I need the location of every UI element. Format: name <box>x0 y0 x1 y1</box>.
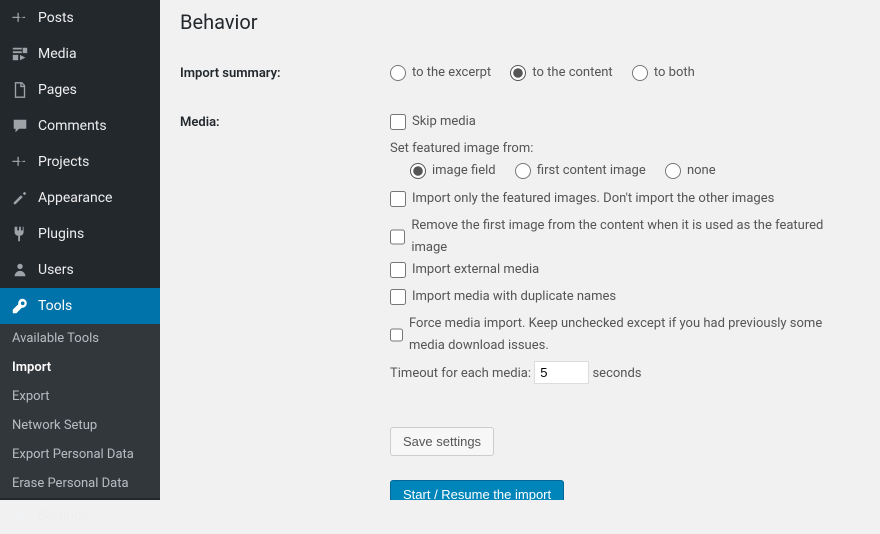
featured-image-options: image field first content image none <box>390 160 860 187</box>
import-summary-options: to the excerpt to the content to both <box>390 62 860 89</box>
submenu-network-setup[interactable]: Network Setup <box>0 411 160 440</box>
radio-none[interactable]: none <box>665 160 716 182</box>
radio-input[interactable] <box>665 163 681 179</box>
plugin-icon <box>10 224 30 244</box>
media-icon <box>10 44 30 64</box>
sidebar-item-plugins[interactable]: Plugins <box>0 216 160 252</box>
featured-image-label: Set featured image from: <box>390 138 860 160</box>
sidebar-item-label: Comments <box>38 118 107 134</box>
row-buttons: Save settings Start / Resume the import <box>180 407 860 500</box>
sidebar-item-label: Media <box>38 46 77 62</box>
sidebar-item-pages[interactable]: Pages <box>0 72 160 108</box>
tools-submenu: Available Tools Import Export Network Se… <box>0 324 160 498</box>
timeout-label: Timeout for each media: <box>390 366 531 381</box>
sidebar-item-posts[interactable]: Posts <box>0 0 160 36</box>
user-icon <box>10 260 30 280</box>
radio-input[interactable] <box>515 163 531 179</box>
sidebar-item-label: Users <box>38 262 74 278</box>
sidebar-item-comments[interactable]: Comments <box>0 108 160 144</box>
sidebar-item-media[interactable]: Media <box>0 36 160 72</box>
submenu-export-personal-data[interactable]: Export Personal Data <box>0 440 160 469</box>
submenu-erase-personal-data[interactable]: Erase Personal Data <box>0 469 160 498</box>
sidebar-item-label: Projects <box>38 154 89 170</box>
sidebar-item-label: Plugins <box>38 226 84 242</box>
tool-icon <box>10 296 30 316</box>
sidebar-item-settings[interactable]: Settings <box>0 498 160 534</box>
section-title: Behavior <box>180 10 860 34</box>
label-import-summary: Import summary: <box>180 62 390 81</box>
checkbox-import-only-featured[interactable]: Import only the featured images. Don't i… <box>390 188 774 210</box>
appearance-icon <box>10 188 30 208</box>
sidebar-item-label: Settings <box>38 508 89 524</box>
checkbox-remove-first-image[interactable]: Remove the first image from the content … <box>390 215 844 259</box>
radio-to-both[interactable]: to both <box>632 62 695 84</box>
pin-icon <box>10 8 30 28</box>
radio-input[interactable] <box>390 65 406 81</box>
checkbox-input[interactable] <box>390 289 406 305</box>
admin-sidebar: Posts Media Pages Comments Projects Appe… <box>0 0 160 500</box>
sidebar-item-projects[interactable]: Projects <box>0 144 160 180</box>
checkbox-import-external[interactable]: Import external media <box>390 259 539 281</box>
label-media: Media: <box>180 111 390 130</box>
submenu-available-tools[interactable]: Available Tools <box>0 324 160 353</box>
comment-icon <box>10 116 30 136</box>
media-options: Skip media Set featured image from: imag… <box>390 111 860 385</box>
main-content: Behavior Import summary: to the excerpt … <box>160 0 880 500</box>
checkbox-import-duplicate[interactable]: Import media with duplicate names <box>390 286 616 308</box>
timeout-unit: seconds <box>592 366 641 381</box>
timeout-input[interactable] <box>534 361 589 384</box>
sidebar-item-label: Posts <box>38 10 74 26</box>
page-icon <box>10 80 30 100</box>
radio-input[interactable] <box>410 163 426 179</box>
checkbox-input[interactable] <box>390 191 406 207</box>
radio-input[interactable] <box>632 65 648 81</box>
sidebar-item-appearance[interactable]: Appearance <box>0 180 160 216</box>
checkbox-force-import[interactable]: Force media import. Keep unchecked excep… <box>390 313 844 357</box>
start-import-button[interactable]: Start / Resume the import <box>390 480 564 500</box>
radio-input[interactable] <box>510 65 526 81</box>
sidebar-item-label: Appearance <box>38 190 112 206</box>
checkbox-input[interactable] <box>390 262 406 278</box>
sidebar-item-tools[interactable]: Tools <box>0 288 160 324</box>
submenu-import[interactable]: Import <box>0 353 160 382</box>
checkbox-input[interactable] <box>390 114 406 130</box>
pin-icon <box>10 152 30 172</box>
sidebar-item-users[interactable]: Users <box>0 252 160 288</box>
sidebar-item-label: Pages <box>38 82 77 98</box>
checkbox-input[interactable] <box>390 327 403 343</box>
row-import-summary: Import summary: to the excerpt to the co… <box>180 62 860 89</box>
checkbox-skip-media[interactable]: Skip media <box>390 111 476 133</box>
radio-to-content[interactable]: to the content <box>510 62 612 84</box>
checkbox-input[interactable] <box>390 229 405 245</box>
submenu-export[interactable]: Export <box>0 382 160 411</box>
radio-to-excerpt[interactable]: to the excerpt <box>390 62 491 84</box>
sidebar-item-label: Tools <box>38 298 72 314</box>
radio-image-field[interactable]: image field <box>410 160 496 182</box>
settings-icon <box>10 506 30 526</box>
row-media: Media: Skip media Set featured image fro… <box>180 111 860 385</box>
radio-first-content-image[interactable]: first content image <box>515 160 646 182</box>
save-settings-button[interactable]: Save settings <box>390 427 494 456</box>
timeout-row: Timeout for each media: seconds <box>390 361 860 385</box>
